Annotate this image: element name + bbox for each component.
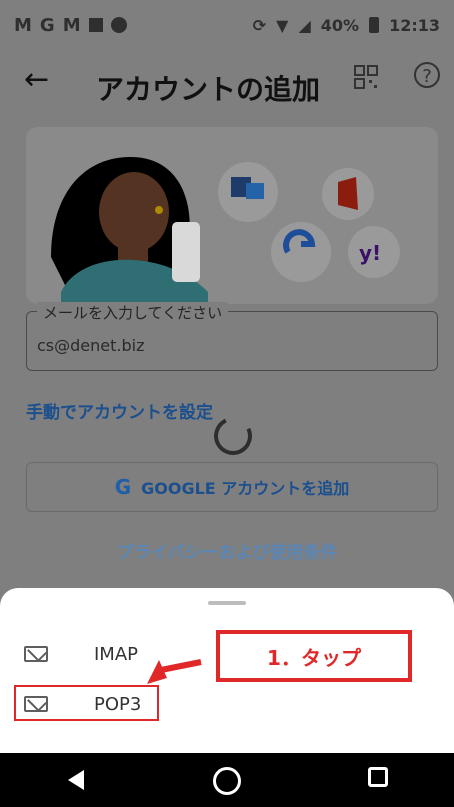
hero-illustration: y! bbox=[26, 127, 438, 304]
status-left: M G M bbox=[14, 15, 127, 36]
triangle-back-icon bbox=[67, 770, 84, 790]
qr-code-icon[interactable] bbox=[353, 64, 379, 90]
clock: 12:13 bbox=[389, 15, 440, 35]
square-recent-icon bbox=[368, 767, 389, 787]
battery-icon bbox=[369, 17, 380, 33]
privacy-terms-link[interactable]: プライバシーおよび使用条件 bbox=[0, 538, 454, 563]
image-icon bbox=[88, 18, 103, 32]
back-arrow-icon[interactable]: ← bbox=[24, 62, 49, 97]
google-icon-status: G bbox=[39, 14, 55, 36]
android-nav-bar bbox=[0, 753, 454, 807]
pop3-label: POP3 bbox=[94, 693, 142, 715]
manual-setup-link[interactable]: 手動でアカウントを設定 bbox=[26, 398, 213, 423]
nav-recent-button[interactable] bbox=[363, 765, 393, 795]
annotation-arrow-icon bbox=[147, 659, 202, 684]
sheet-handle[interactable] bbox=[208, 601, 246, 605]
nav-back-button[interactable] bbox=[61, 765, 91, 795]
circle-home-icon bbox=[212, 767, 241, 795]
envelope-icon bbox=[24, 696, 48, 712]
svg-text:y!: y! bbox=[359, 241, 381, 265]
google-icon: G bbox=[114, 475, 132, 499]
app-status-icon bbox=[110, 17, 127, 33]
app-bar: ← アカウントの追加 ? bbox=[0, 50, 454, 120]
imap-label: IMAP bbox=[94, 643, 139, 665]
email-field[interactable]: メールを入力してください cs@denet.biz bbox=[26, 302, 438, 371]
email-value: cs@denet.biz bbox=[37, 336, 145, 355]
battery-percent: 40% bbox=[320, 15, 360, 35]
add-google-account-button[interactable]: G GOOGLE アカウントを追加 bbox=[26, 462, 438, 512]
illustration-art: y! bbox=[26, 127, 438, 304]
gmail-icon: M bbox=[14, 14, 32, 36]
wifi-icon: ▼ bbox=[276, 15, 289, 35]
gmail-icon-2: M bbox=[62, 14, 81, 36]
page-title: アカウントの追加 bbox=[96, 73, 321, 106]
loading-spinner-icon bbox=[208, 411, 258, 461]
sync-icon: ⟳ bbox=[252, 15, 267, 35]
google-button-label: GOOGLE アカウントを追加 bbox=[141, 479, 350, 498]
help-icon[interactable]: ? bbox=[414, 62, 440, 88]
nav-home-button[interactable] bbox=[212, 765, 242, 795]
tap-callout: 1．タップ bbox=[216, 630, 412, 682]
status-right: ⟳ ▼ ◢ 40% 12:13 bbox=[253, 16, 440, 35]
pop3-option[interactable]: POP3 bbox=[24, 686, 384, 722]
signal-icon: ◢ bbox=[298, 15, 311, 35]
status-bar: M G M ⟳ ▼ ◢ 40% 12:13 bbox=[0, 0, 454, 50]
envelope-icon bbox=[24, 646, 48, 662]
email-label: メールを入力してください bbox=[37, 302, 229, 323]
